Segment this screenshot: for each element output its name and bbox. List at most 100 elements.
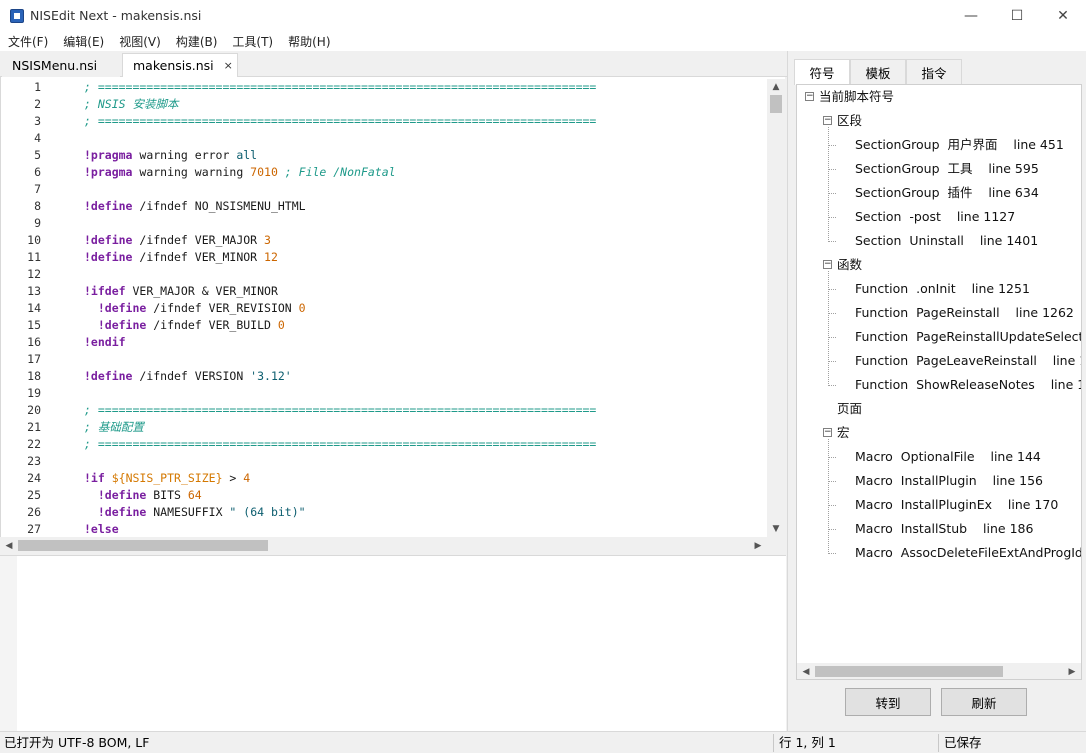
code-line: !define /ifndef VER_BUILD 0 (84, 317, 285, 334)
tree-item[interactable]: SectionGroup 工具 line 595 (855, 158, 1039, 180)
tab-templates[interactable]: 模板 (850, 59, 906, 84)
code-token: !ifdef (84, 284, 126, 298)
line-number: 7 (34, 182, 41, 196)
menu-help[interactable]: 帮助(H) (280, 33, 337, 50)
refresh-button[interactable]: 刷新 (941, 688, 1027, 716)
code-line: ; ======================================… (84, 402, 596, 419)
close-button[interactable]: ✕ (1040, 0, 1086, 31)
tree-item[interactable]: Macro InstallPlugin line 156 (855, 470, 1043, 492)
tree-item[interactable]: Macro OptionalFile line 144 (855, 446, 1041, 468)
tree-group-1[interactable]: 函数 (837, 254, 862, 276)
tree-group-0[interactable]: 区段 (837, 110, 862, 132)
code-line: !ifdef VER_MAJOR & VER_MINOR (84, 283, 278, 300)
code-token: ; 基础配置 (84, 420, 144, 434)
scroll-up-icon[interactable]: ▲ (767, 79, 785, 95)
tree-item[interactable]: Macro AssocDeleteFileExtAndProgId (855, 542, 1081, 564)
tree-item[interactable]: Function PageReinstall line 1262 (855, 302, 1074, 324)
code-line: ; ======================================… (84, 113, 596, 130)
code-line: !define BITS 64 (84, 487, 202, 504)
symbol-name: Uninstall (909, 233, 964, 248)
symbol-name: .onInit (916, 281, 956, 296)
maximize-button[interactable]: ☐ (994, 0, 1040, 31)
symbol-name: -post (909, 209, 941, 224)
symbol-tree[interactable]: − 当前脚本符号 − 区段 SectionGroup 用户界面 line 451 Sect… (796, 84, 1082, 672)
tree-connector (828, 145, 836, 146)
line-number: 1 (34, 80, 41, 94)
code-token: BITS (146, 488, 188, 502)
tree-item[interactable]: SectionGroup 插件 line 634 (855, 182, 1039, 204)
symbol-line: line 1262 (1015, 305, 1074, 320)
code-token: !define (97, 505, 147, 519)
tab-nsismenu[interactable]: NSISMenu.nsi (2, 53, 120, 77)
symbol-kind: Macro (855, 545, 893, 560)
tree-connector (828, 241, 836, 242)
scroll-left-icon[interactable]: ◀ (0, 538, 18, 554)
menu-edit[interactable]: 编辑(E) (55, 33, 111, 50)
code-token: ; ======================================… (84, 114, 597, 128)
symbol-kind: SectionGroup (855, 185, 940, 200)
tree-group-label: 函数 (837, 257, 863, 272)
scroll-thumb[interactable] (815, 666, 1003, 677)
tree-connector (828, 127, 829, 242)
output-pane[interactable] (0, 555, 786, 732)
symbol-line: line 186 (983, 521, 1034, 536)
scroll-left-icon[interactable]: ◀ (797, 664, 815, 680)
tree-connector (828, 313, 836, 314)
menu-file[interactable]: 文件(F) (0, 33, 55, 50)
tree-item[interactable]: Section -post line 1127 (855, 206, 1015, 228)
editor-horizontal-scrollbar[interactable]: ◀ ▶ (0, 537, 767, 554)
editor-vertical-scrollbar[interactable]: ▲ ▼ (767, 79, 785, 537)
tree-horizontal-scrollbar[interactable]: ◀ ▶ (796, 663, 1082, 680)
collapse-toggle-icon[interactable]: − (805, 92, 814, 101)
code-token: ; NSIS 安装脚本 (84, 97, 179, 111)
code-token: !define (84, 199, 133, 213)
code-token: > (222, 471, 244, 485)
tree-connector (828, 529, 836, 530)
menu-tools[interactable]: 工具(T) (224, 33, 280, 50)
tree-item[interactable]: Function ShowReleaseNotes line 13 (855, 374, 1081, 396)
tree-root[interactable]: 当前脚本符号 (819, 86, 894, 108)
scroll-thumb[interactable] (18, 540, 268, 551)
symbol-kind: Macro (855, 449, 893, 464)
symbol-name: PageLeaveReinstall (916, 353, 1037, 368)
tree-item[interactable]: Macro InstallStub line 186 (855, 518, 1033, 540)
tab-commands[interactable]: 指令 (906, 59, 962, 84)
symbol-name: 工具 (947, 161, 973, 176)
symbol-name: 用户界面 (947, 137, 998, 152)
menu-build[interactable]: 构建(B) (168, 33, 225, 50)
tree-group-3[interactable]: 宏 (837, 422, 850, 444)
collapse-toggle-icon[interactable]: − (823, 116, 832, 125)
tab-makensis[interactable]: makensis.nsi × (122, 53, 238, 77)
code-area[interactable]: ; ======================================… (84, 77, 767, 537)
tree-connector (828, 361, 836, 362)
tree-item[interactable]: Function .onInit line 1251 (855, 278, 1030, 300)
tab-close-icon[interactable]: × (224, 59, 233, 72)
tree-item[interactable]: Function PageLeaveReinstall line 13 (855, 350, 1081, 372)
tab-symbols[interactable]: 符号 (794, 59, 850, 85)
code-editor[interactable]: 1 2 3 4 5 6 7 8 9 10 11 12 13 14 15 16 17 18 19 20 21 22 23 24 2… (0, 77, 785, 537)
minimize-button[interactable]: — (948, 0, 994, 31)
line-number: 3 (34, 114, 41, 128)
symbol-name: PageReinstall (916, 305, 1000, 320)
goto-button[interactable]: 转到 (845, 688, 931, 716)
status-encoding: 已打开为 UTF-8 BOM, LF (4, 735, 150, 750)
code-token: " (64 bit)" (229, 505, 306, 519)
tree-item[interactable]: Section Uninstall line 1401 (855, 230, 1038, 252)
code-token: 0 (298, 301, 306, 315)
symbol-kind: Function (855, 329, 909, 344)
symbol-kind: Section (855, 233, 902, 248)
menu-view[interactable]: 视图(V) (111, 33, 168, 50)
collapse-toggle-icon[interactable]: − (823, 428, 832, 437)
scroll-right-icon[interactable]: ▶ (1063, 664, 1081, 680)
tree-item[interactable]: Macro InstallPluginEx line 170 (855, 494, 1058, 516)
scroll-right-icon[interactable]: ▶ (749, 538, 767, 554)
tree-item[interactable]: SectionGroup 用户界面 line 451 (855, 134, 1064, 156)
tree-item[interactable]: Function PageReinstallUpdateSelection (855, 326, 1081, 348)
code-token: /ifndef VER_MAJOR (132, 233, 265, 247)
scroll-down-icon[interactable]: ▼ (767, 521, 785, 537)
code-token: /ifndef VER_BUILD (146, 318, 278, 332)
collapse-toggle-icon[interactable]: − (823, 260, 832, 269)
scroll-thumb[interactable] (770, 95, 782, 113)
symbol-line: line 156 (992, 473, 1043, 488)
tree-group-2[interactable]: 页面 (837, 398, 862, 420)
